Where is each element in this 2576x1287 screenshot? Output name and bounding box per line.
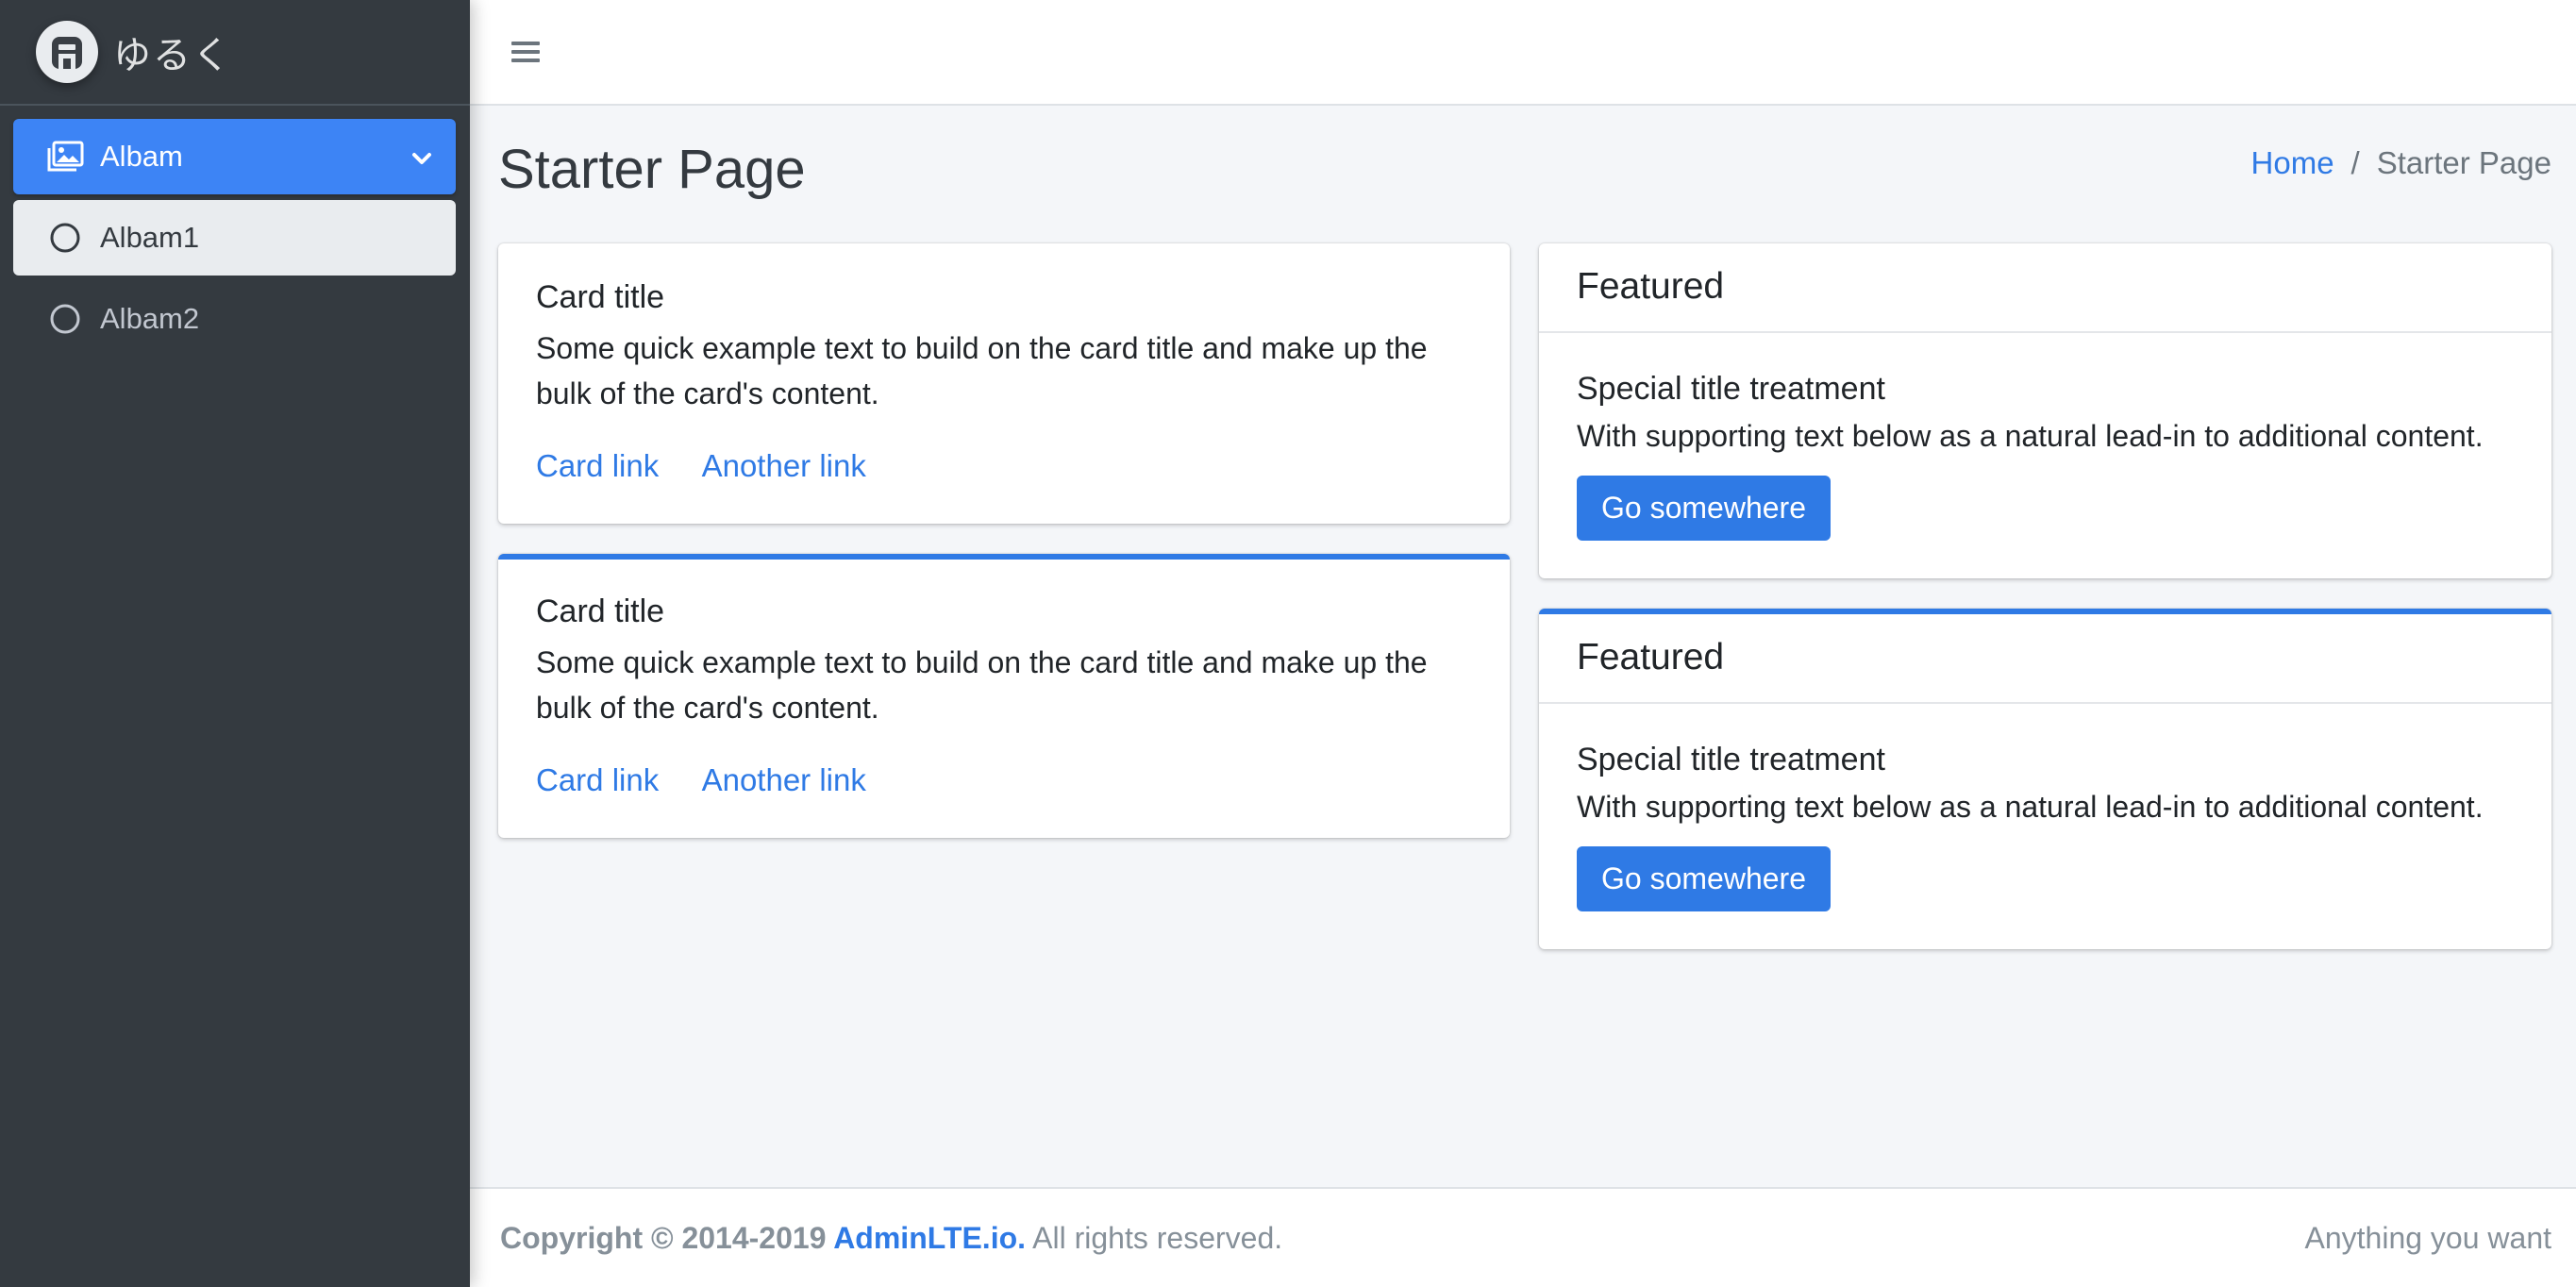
card-title: Special title treatment (1577, 371, 1885, 407)
card-primary-outline: Card title Some quick example text to bu… (498, 554, 1510, 838)
featured-card: Featured Special title treatment With su… (1539, 243, 2551, 578)
card-title: Card title (536, 279, 665, 315)
brand-link[interactable]: ゆるく (0, 0, 470, 106)
footer-right-text: Anything you want (2304, 1220, 2552, 1255)
card-body: Card title Some quick example text to bu… (498, 560, 1510, 838)
another-link[interactable]: Another link (702, 762, 866, 797)
sidebar-item-label: Albam (100, 140, 183, 173)
main-sidebar: ゆるく Albam Albam1 Albam2 (0, 0, 470, 1287)
card-title: Card title (536, 593, 665, 629)
card-links: Card link Another link (536, 762, 1472, 798)
card-link[interactable]: Card link (536, 448, 659, 483)
images-icon (45, 137, 85, 176)
copyright-suffix: All rights reserved. (1026, 1220, 1283, 1255)
adminlte-logo-icon (36, 21, 98, 83)
brand-text: ゆるく (113, 34, 232, 77)
featured-card-primary-outline: Featured Special title treatment With su… (1539, 609, 2551, 949)
card-header: Featured (1539, 243, 2551, 333)
breadcrumb: Home / Starter Page (2251, 145, 2551, 181)
sidebar-item-albam2[interactable]: Albam2 (13, 281, 456, 357)
sidebar-item-albam1[interactable]: Albam1 (13, 200, 456, 276)
right-column: Featured Special title treatment With su… (1539, 243, 2551, 979)
card-links: Card link Another link (536, 448, 1472, 484)
card-body: Special title treatment With supporting … (1539, 333, 2551, 578)
circle-icon (45, 299, 85, 339)
go-somewhere-button[interactable]: Go somewhere (1577, 476, 1831, 541)
left-column: Card title Some quick example text to bu… (498, 243, 1510, 868)
circle-icon (45, 218, 85, 258)
copyright: Copyright © 2014-2019 AdminLTE.io. All r… (500, 1221, 1282, 1256)
card-title: Special title treatment (1577, 742, 1885, 777)
sidebar-item-label: Albam2 (100, 302, 200, 335)
sidebar-item-albam[interactable]: Albam (13, 119, 456, 194)
card-body: Card title Some quick example text to bu… (498, 243, 1510, 524)
card-text: With supporting text below as a natural … (1577, 419, 2484, 453)
card-text: Some quick example text to build on the … (536, 645, 1428, 725)
chevron-down-icon (410, 143, 433, 177)
breadcrumb-current: Starter Page (2376, 145, 2551, 180)
card-text: With supporting text below as a natural … (1577, 790, 2484, 824)
card: Card title Some quick example text to bu… (498, 243, 1510, 524)
page-title: Starter Page (498, 139, 806, 200)
copyright-strong: Copyright © 2014-2019 AdminLTE.io. (500, 1221, 1026, 1255)
card-text: Some quick example text to build on the … (536, 331, 1428, 410)
card-header: Featured (1539, 614, 2551, 704)
sidebar-item-label: Albam1 (100, 221, 200, 254)
card-body: Special title treatment With supporting … (1539, 704, 2551, 949)
go-somewhere-button[interactable]: Go somewhere (1577, 846, 1831, 911)
another-link[interactable]: Another link (702, 448, 866, 483)
breadcrumb-separator: / (2350, 145, 2360, 180)
main-footer: Copyright © 2014-2019 AdminLTE.io. All r… (470, 1187, 2576, 1287)
sidebar-nav: Albam Albam1 Albam2 (0, 106, 470, 357)
content-wrapper: Starter Page Home / Starter Page Card ti… (470, 108, 2576, 1187)
top-navbar (470, 0, 2576, 106)
hamburger-icon[interactable] (511, 39, 540, 65)
card-link[interactable]: Card link (536, 762, 659, 797)
adminlte-link[interactable]: AdminLTE.io. (833, 1221, 1026, 1255)
copyright-prefix: Copyright © 2014-2019 (500, 1220, 834, 1255)
breadcrumb-home-link[interactable]: Home (2251, 145, 2334, 181)
